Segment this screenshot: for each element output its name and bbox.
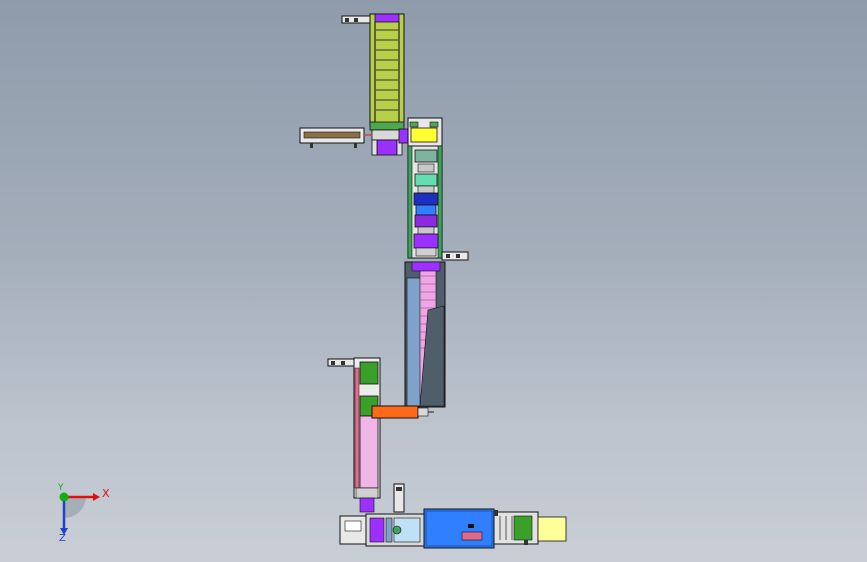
coordinate-triad	[59, 492, 100, 535]
orange-push-cylinder[interactable]	[371, 405, 434, 419]
processing-column[interactable]	[407, 145, 469, 261]
triad-z-label: Z	[59, 533, 66, 544]
assembly-model[interactable]	[0, 0, 867, 562]
cad-viewport[interactable]: X Y Z	[0, 0, 867, 562]
y-axis-dot	[59, 492, 69, 502]
side-cylinder-left[interactable]	[299, 127, 372, 148]
transfer-station[interactable]	[398, 117, 443, 149]
middle-lift-module[interactable]	[327, 357, 381, 513]
inclined-chute[interactable]	[404, 261, 446, 408]
triad-y-label: Y	[58, 483, 64, 493]
triad-x-label: X	[102, 487, 110, 500]
